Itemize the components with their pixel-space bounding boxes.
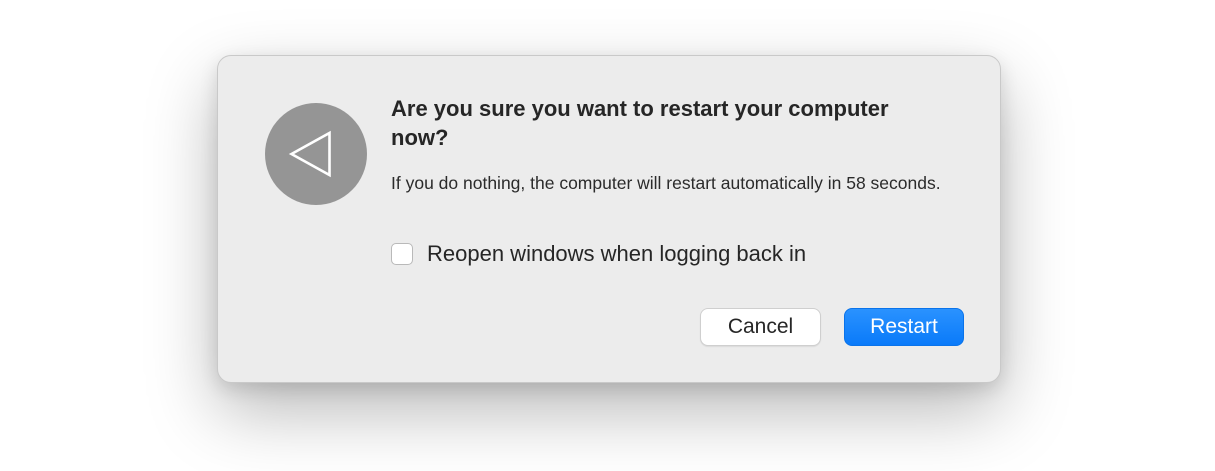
dialog-title: Are you sure you want to restart your co… <box>391 96 889 150</box>
screen-background: Are you sure you want to restart your co… <box>0 0 1215 471</box>
restart-confirmation-dialog: Are you sure you want to restart your co… <box>217 55 1001 383</box>
reopen-windows-option: Reopen windows when logging back in <box>391 240 806 268</box>
restart-triangle-icon <box>265 103 367 205</box>
cancel-button[interactable]: Cancel <box>700 308 821 346</box>
restart-button[interactable]: Restart <box>844 308 964 346</box>
reopen-windows-label[interactable]: Reopen windows when logging back in <box>427 241 806 267</box>
dialog-message: If you do nothing, the computer will res… <box>391 173 941 193</box>
reopen-windows-checkbox[interactable] <box>391 243 413 265</box>
